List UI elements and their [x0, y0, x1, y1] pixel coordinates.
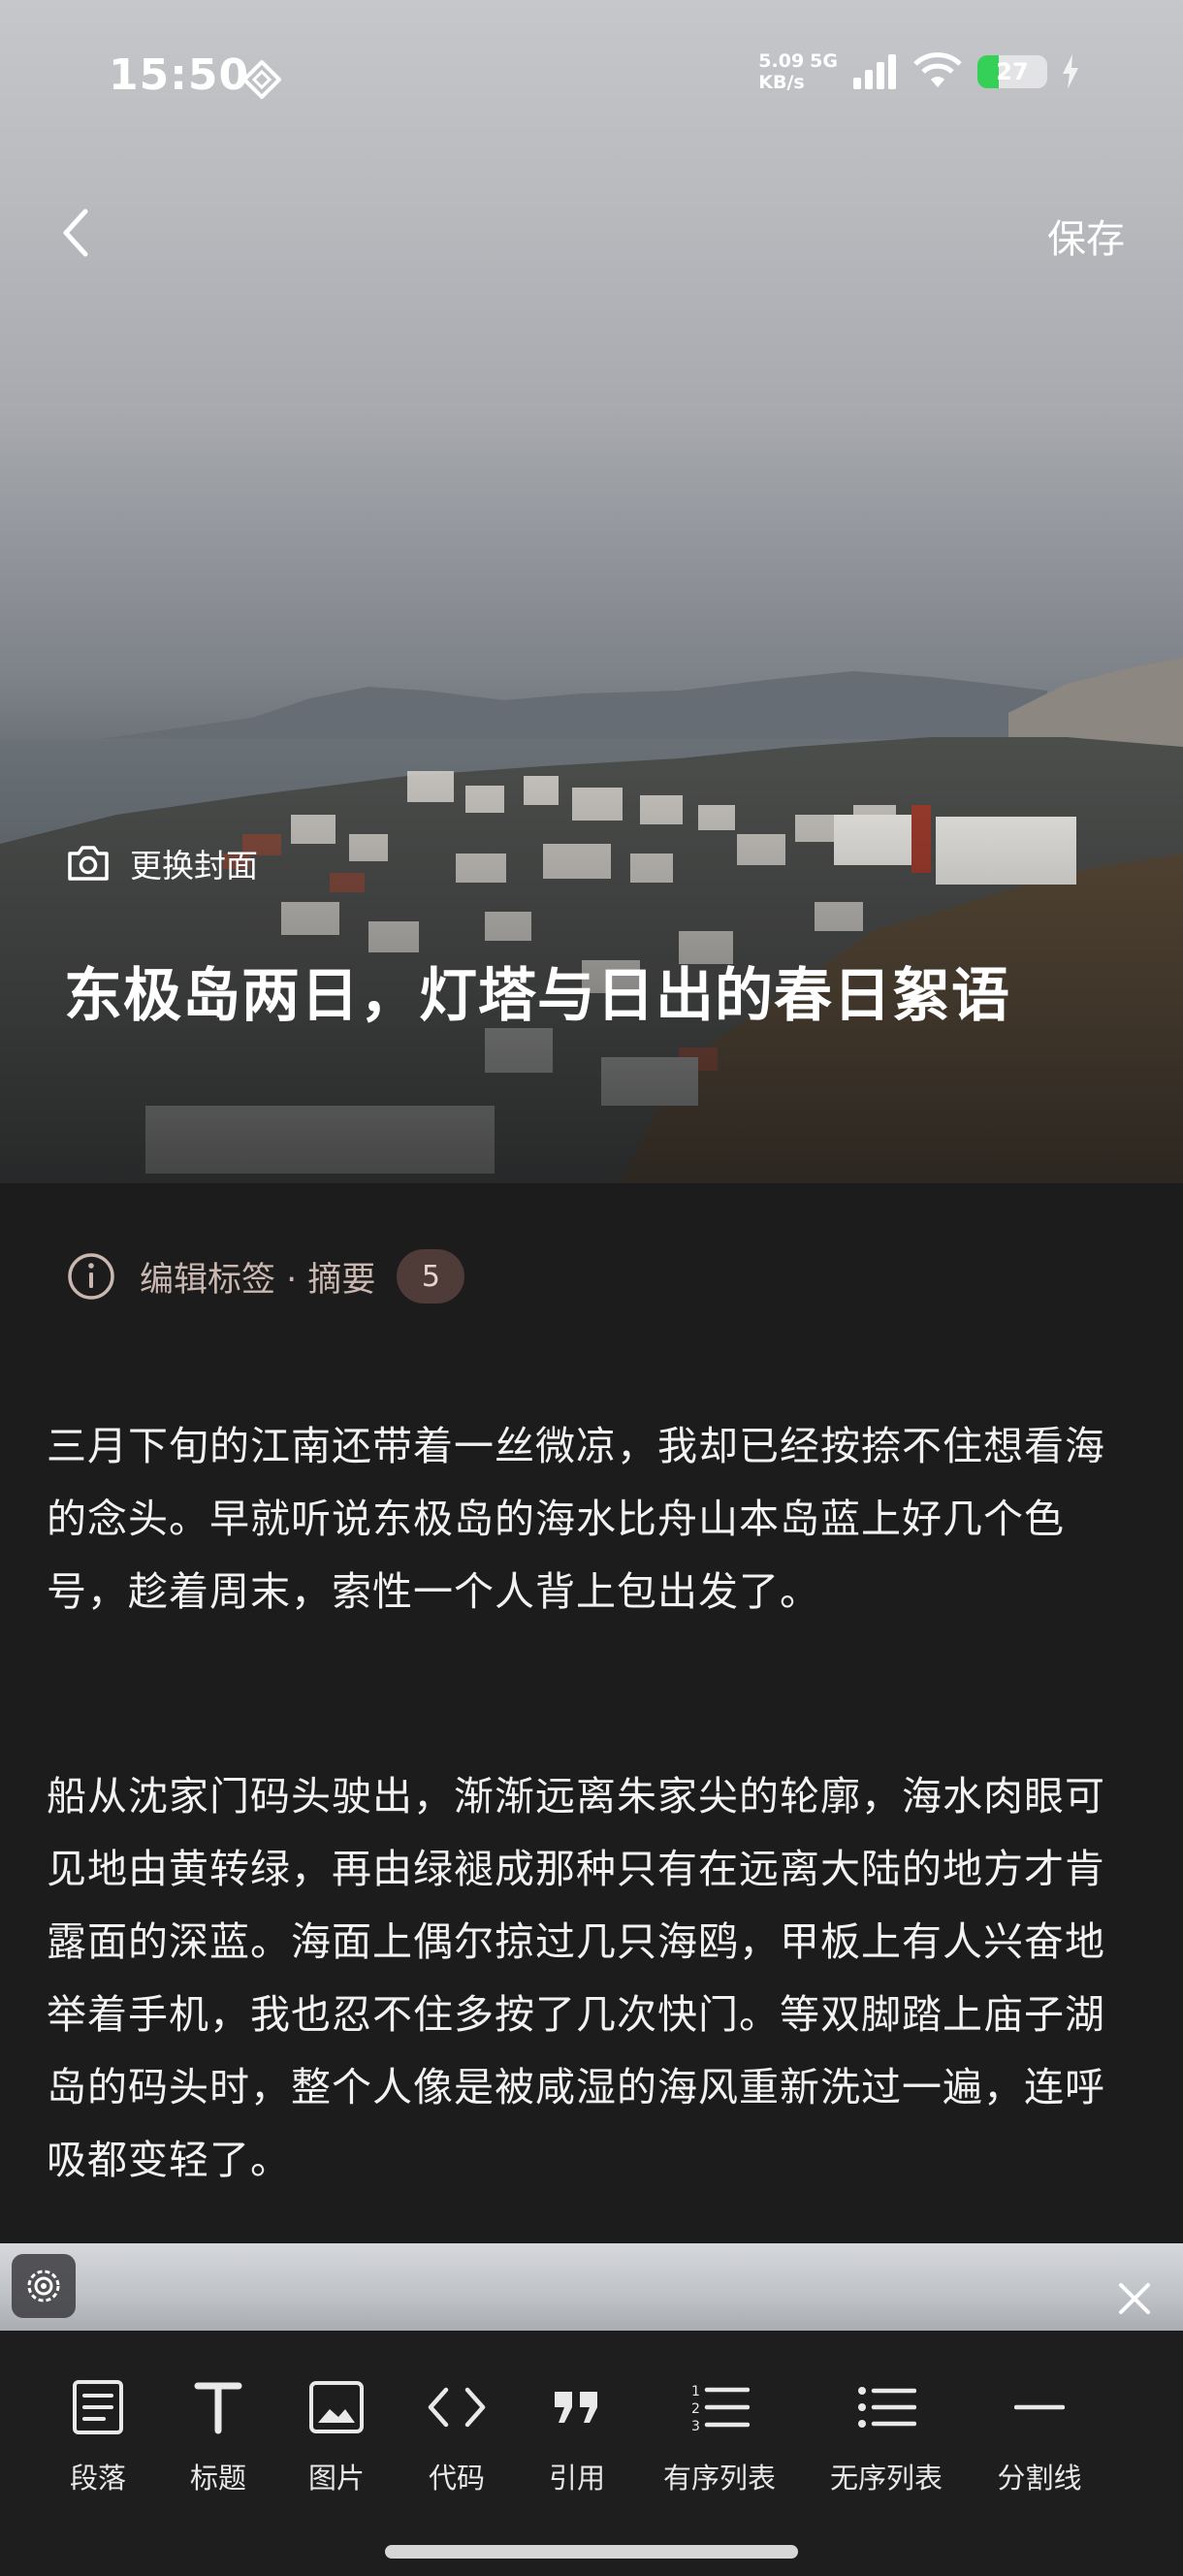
- toolbar-label: 引用: [548, 2462, 605, 2495]
- toolbar-ordered-list[interactable]: 1 2 3 有序列表: [661, 2376, 778, 2496]
- status-indicators: 5.09 5G KB/s 27: [758, 50, 1080, 93]
- toolbar-label: 代码: [428, 2462, 485, 2495]
- article-title[interactable]: 东极岛两日，灯塔与日出的春日絮语: [64, 949, 1131, 1033]
- change-cover-button[interactable]: 更换封面: [66, 840, 258, 886]
- toolbar-quote[interactable]: 引用: [533, 2376, 621, 2496]
- save-button[interactable]: 保存: [1047, 208, 1125, 264]
- inline-image-preview[interactable]: [0, 2243, 1183, 2331]
- svg-text:1: 1: [691, 2384, 700, 2399]
- quote-icon: [555, 2392, 597, 2423]
- toolbar-label: 标题: [189, 2462, 246, 2495]
- network-speed: 5.09 5G KB/s: [758, 50, 838, 93]
- toolbar-label: 有序列表: [662, 2462, 776, 2495]
- net-speed-unit: KB/s: [758, 72, 805, 93]
- unordered-list-icon: [858, 2387, 916, 2428]
- toolbar-label: 段落: [69, 2462, 126, 2495]
- code-icon: [428, 2387, 486, 2428]
- signal-icon: [853, 54, 896, 89]
- paragraph-icon: [73, 2380, 123, 2434]
- body-paragraph[interactable]: 三月下旬的江南还带着一丝微凉，我却已经按捺不住想看海的念头。早就听说东极岛的海水…: [47, 1410, 1142, 1628]
- battery-level: 27: [996, 58, 1029, 85]
- heading-icon: [194, 2382, 242, 2434]
- close-icon[interactable]: [1117, 2281, 1152, 2316]
- image-settings-button[interactable]: [12, 2254, 76, 2318]
- toolbar-unordered-list[interactable]: 无序列表: [828, 2376, 944, 2496]
- edit-tags-summary-button[interactable]: 编辑标签 · 摘要 5: [66, 1249, 465, 1304]
- home-indicator[interactable]: [385, 2545, 798, 2559]
- toolbar-label: 无序列表: [829, 2462, 943, 2495]
- diamond-icon: [242, 60, 281, 99]
- image-icon: [309, 2381, 364, 2433]
- charging-bolt-icon: [1063, 54, 1078, 89]
- toolbar-label: 分割线: [997, 2462, 1082, 2495]
- svg-text:3: 3: [691, 2419, 700, 2434]
- wifi-icon: [913, 52, 962, 87]
- camera-icon: [68, 846, 109, 881]
- toolbar-label: 图片: [307, 2462, 365, 2495]
- toolbar-heading[interactable]: 标题: [175, 2376, 262, 2496]
- chevron-left-icon: [63, 209, 88, 257]
- tags-count-badge: 5: [397, 1249, 465, 1304]
- toolbar-code[interactable]: 代码: [413, 2376, 500, 2496]
- svg-text:2: 2: [691, 2401, 700, 2417]
- tags-summary-label: 编辑标签 · 摘要: [140, 1260, 376, 1300]
- ordered-list-icon: 1 2 3: [691, 2384, 750, 2434]
- net-speed-value: 5.09: [758, 50, 805, 72]
- info-icon: [68, 1253, 114, 1300]
- toolbar-divider[interactable]: 分割线: [991, 2376, 1088, 2496]
- status-time: 15:50: [109, 50, 250, 100]
- divider-icon: [1014, 2404, 1065, 2410]
- network-type: 5G: [810, 50, 838, 72]
- toolbar-paragraph[interactable]: 段落: [54, 2376, 142, 2496]
- toolbar-image[interactable]: 图片: [293, 2376, 380, 2496]
- battery-indicator: 27: [977, 55, 1047, 88]
- change-cover-label: 更换封面: [130, 847, 258, 885]
- body-paragraph[interactable]: 船从沈家门码头驶出，渐渐远离朱家尖的轮廓，海水肉眼可见地由黄转绿，再由绿褪成那种…: [47, 1760, 1142, 2197]
- focus-target-icon: [27, 2270, 60, 2302]
- back-button[interactable]: [52, 204, 101, 262]
